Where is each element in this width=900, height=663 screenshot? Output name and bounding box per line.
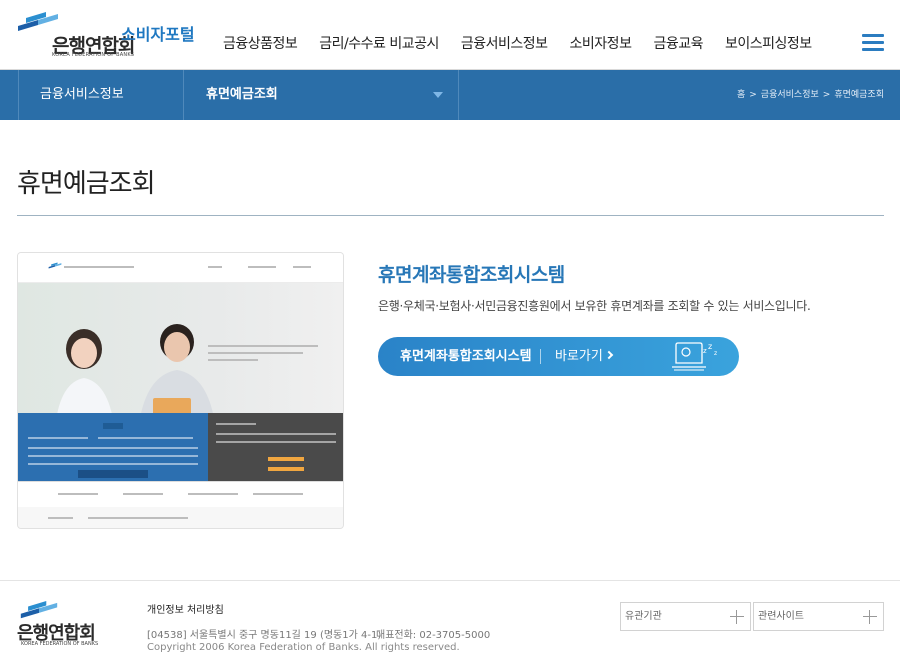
privacy-policy-link[interactable]: 개인정보 처리방침 [147, 601, 224, 616]
thumbnail-search-panel [18, 413, 208, 481]
related-site-label: 관련사이트 [758, 611, 804, 622]
plus-icon [863, 610, 877, 624]
plus-icon [730, 610, 744, 624]
button-divider [540, 349, 541, 364]
nav-financial-services[interactable]: 금융서비스정보 [461, 34, 548, 54]
footer-phone: 대표전화: 02-3705-5000 [376, 630, 491, 641]
breadcrumb: 홈 > 금융서비스정보 > 휴면예금조회 [737, 70, 884, 120]
logo-subtext: KOREA FEDERATION OF BANKS [52, 52, 135, 58]
chevron-right-icon: > [749, 90, 757, 100]
nav-financial-products[interactable]: 금융상품정보 [223, 34, 298, 54]
service-screenshot-thumbnail [17, 252, 344, 529]
nav-voice-phishing[interactable]: 보이스피싱정보 [725, 34, 812, 54]
thumbnail-partner-logos [18, 481, 343, 507]
kfb-logo-mark-icon [20, 601, 58, 619]
thumbnail-hero-text [208, 345, 333, 361]
go-shortcut-label: 바로가기 [555, 349, 603, 364]
chevron-down-icon [433, 92, 443, 98]
consumer-portal-title[interactable]: 소비자포털 [121, 21, 195, 45]
dormant-account-system-button[interactable]: 휴면계좌통합조회시스템 바로가기 z z z [378, 337, 739, 376]
page-title: 휴면예금조회 [17, 169, 156, 199]
sleeping-account-icon: z z z [672, 342, 717, 371]
footer-copyright: Copyright 2006 Korea Federation of Banks… [147, 642, 460, 653]
breadcrumb-section[interactable]: 금융서비스정보 [761, 90, 819, 100]
service-title: 휴면계좌통합조회시스템 [378, 264, 565, 286]
svg-text:z: z [708, 342, 712, 351]
svg-text:z: z [703, 347, 707, 355]
location-bar: 금융서비스정보 휴면예금조회 홈 > 금융서비스정보 > 휴면예금조회 [0, 70, 900, 120]
thumbnail-hero-image [18, 283, 343, 443]
nav-consumer-info[interactable]: 소비자정보 [570, 34, 632, 54]
chevron-right-icon: > [822, 90, 831, 100]
service-description: 은행·우체국·보험사·서민금융진흥원에서 보유한 휴면계좌를 조회할 수 있는 … [378, 299, 811, 313]
chevron-right-icon [604, 350, 614, 360]
svg-text:z: z [714, 350, 717, 357]
hamburger-icon[interactable] [862, 34, 884, 54]
footer-logo-subtext: KOREA FEDERATION OF BANKS [21, 641, 99, 647]
site-header: 은행연합회 KOREA FEDERATION OF BANKS 소비자포털 금융… [0, 0, 900, 70]
button-label: 휴면계좌통합조회시스템 [400, 349, 532, 364]
footer-divider [0, 580, 900, 581]
nav-financial-education[interactable]: 금융교육 [653, 34, 703, 54]
section-selector[interactable]: 금융서비스정보 [18, 70, 184, 120]
footer-address: [04538] 서울특별시 중구 명동11길 19 (명동1가 4-1) [147, 630, 382, 641]
footer-logo: 은행연합회 KOREA FEDERATION OF BANKS [17, 601, 137, 649]
related-site-select[interactable]: 관련사이트 [753, 602, 884, 631]
breadcrumb-current: 휴면예금조회 [834, 90, 884, 100]
page-selector[interactable]: 휴면예금조회 [184, 70, 459, 120]
thumbnail-logo-icon [48, 262, 62, 269]
thumbnail-footer [18, 507, 343, 528]
nav-rate-fee-comparison[interactable]: 금리/수수료 비교공시 [319, 34, 439, 54]
thumbnail-info-panel [208, 413, 343, 481]
related-org-select[interactable]: 유관기관 [620, 602, 751, 631]
thumbnail-header [18, 253, 343, 283]
breadcrumb-home[interactable]: 홈 [737, 90, 745, 100]
page-selector-label: 휴면예금조회 [206, 87, 278, 102]
related-org-label: 유관기관 [625, 611, 662, 622]
title-divider [17, 215, 884, 216]
main-navigation: 금융상품정보 금리/수수료 비교공시 금융서비스정보 소비자정보 금융교육 보이… [212, 34, 823, 54]
